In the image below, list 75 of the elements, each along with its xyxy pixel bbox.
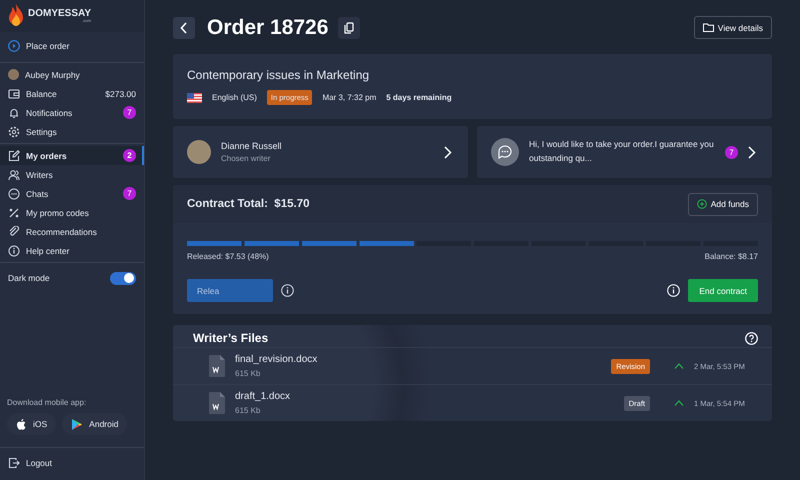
writer-name: Dianne Russell [221, 141, 283, 151]
order-date: Mar 3, 7:32 pm [322, 93, 376, 102]
copy-icon [344, 22, 354, 34]
contract-total: Contract Total: $15.70 [187, 198, 310, 210]
avatar-icon [8, 69, 19, 80]
chevron-up-icon [674, 400, 684, 406]
place-order-link[interactable]: Place order [0, 32, 144, 60]
wallet-icon [8, 88, 20, 100]
file-name: final_revision.docx [235, 354, 318, 365]
count-badge: 2 [123, 149, 136, 162]
release-button[interactable]: Relea [187, 279, 273, 302]
view-details-button[interactable]: View details [694, 16, 772, 39]
dark-mode-toggle[interactable] [110, 272, 136, 284]
edit-icon [8, 150, 20, 162]
order-title: Order 18726 [207, 16, 328, 40]
user-profile-link[interactable]: Aubey Murphy [0, 65, 144, 84]
add-funds-button[interactable]: Add funds [688, 192, 758, 216]
count-badge: 7 [725, 146, 738, 158]
file-name: draft_1.docx [235, 391, 290, 402]
chat-icon [8, 188, 20, 200]
play-store-icon [71, 418, 84, 430]
balance-amount: Balance: $8.17 [704, 252, 758, 261]
writer-role: Chosen writer [221, 154, 272, 163]
chevron-right-icon [748, 146, 756, 158]
sidebar-item[interactable]: Recommendations [0, 222, 144, 241]
chat-preview-card[interactable]: Hi, I would like to take your order.I guarantee you outstanding qu... 7 [477, 126, 772, 178]
chat-icon [491, 138, 519, 166]
sidebar-item[interactable]: Chats 7 [0, 184, 144, 203]
plus-circle-icon [696, 199, 707, 209]
chevron-left-icon [180, 22, 188, 34]
chevron-right-icon [444, 146, 452, 158]
dark-mode-label: Dark mode [8, 273, 51, 283]
files-title: Writer’s Files [193, 331, 268, 345]
copy-button[interactable] [338, 16, 360, 38]
count-badge: 7 [123, 187, 136, 200]
percent-icon [8, 206, 20, 218]
sidebar-item[interactable]: Notifications 7 [0, 103, 144, 122]
file-size: 615 Kb [235, 406, 262, 415]
file-size: 615 Kb [235, 369, 262, 378]
flame-logo-icon [8, 4, 24, 28]
apple-icon [16, 418, 27, 430]
time-remaining: 5 days remaining [386, 93, 452, 102]
avatar-icon [187, 140, 211, 164]
order-topic: Contemporary issues in Marketing [187, 68, 370, 82]
app-store-button[interactable]: iOS [7, 413, 56, 435]
folder-icon [702, 23, 714, 32]
info-icon[interactable] [281, 284, 294, 297]
settings-icon [8, 126, 20, 138]
document-icon [209, 355, 225, 377]
sidebar-item[interactable]: Writers [0, 165, 144, 184]
app-store-button[interactable]: Android [62, 413, 128, 435]
logout-link[interactable]: Logout [0, 450, 144, 476]
back-button[interactable] [173, 16, 195, 38]
users-icon [8, 168, 20, 180]
play-circle-icon [8, 40, 20, 52]
us-flag-icon [187, 92, 202, 102]
writer-card[interactable]: Dianne Russell Chosen writer [173, 126, 468, 178]
download-label: Download mobile app: [6, 398, 88, 407]
released-amount: Released: $7.53 (48%) [187, 252, 269, 261]
chevron-up-icon [674, 363, 684, 369]
sidebar-item[interactable]: Settings [0, 122, 144, 141]
sidebar-item[interactable]: My orders 2 [0, 146, 144, 165]
balance-row[interactable]: Balance $273.00 [0, 84, 144, 103]
sidebar-item[interactable]: Help center [0, 241, 144, 260]
info-icon [8, 244, 20, 256]
bell-icon [8, 106, 20, 118]
help-icon[interactable] [745, 332, 758, 344]
count-badge: 7 [123, 106, 136, 119]
chat-message: Hi, I would like to take your order.I guarantee you outstanding qu... [529, 138, 715, 165]
paperclip-icon [8, 226, 20, 238]
logo-text: DOMYESSAY [28, 9, 91, 19]
language-text: English (US) [212, 93, 257, 102]
sidebar-item[interactable]: My promo codes [0, 203, 144, 222]
logout-icon [8, 457, 20, 469]
document-icon [209, 392, 225, 414]
